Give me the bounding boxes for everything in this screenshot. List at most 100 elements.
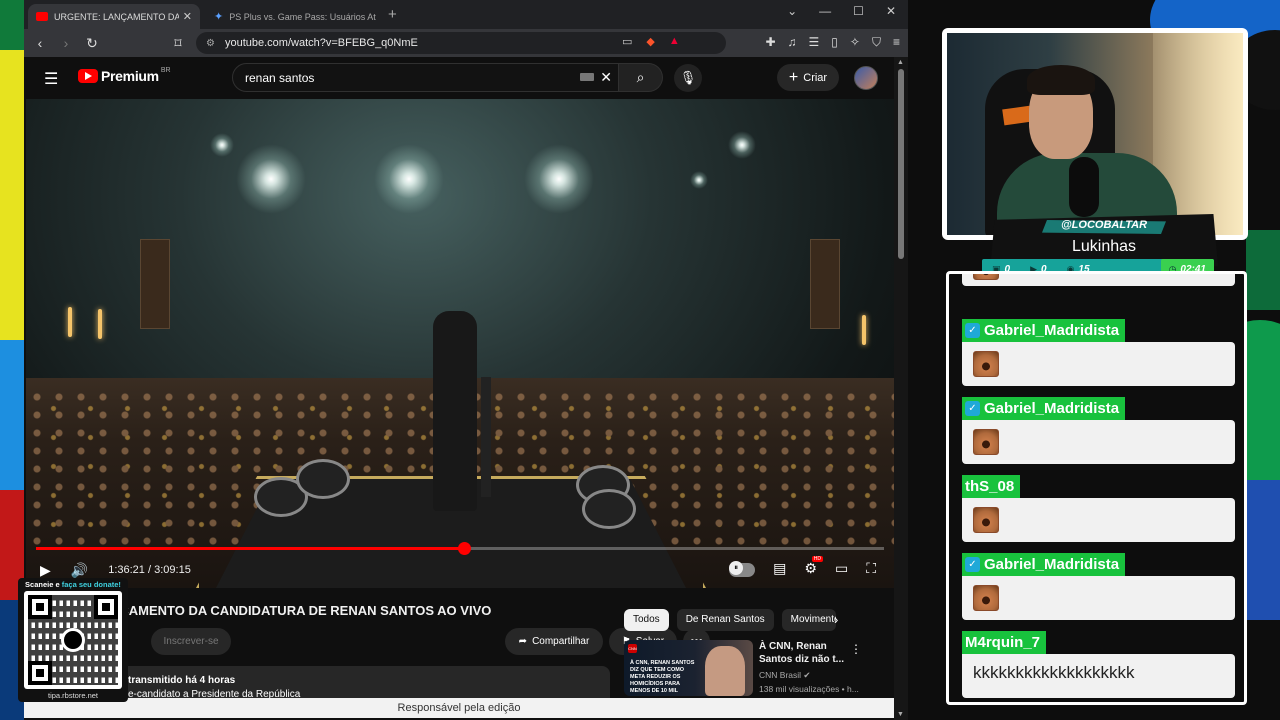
brave-shield-icon[interactable]: ◆	[646, 35, 654, 48]
emote-icon	[973, 507, 999, 533]
verified-badge-icon: ✓	[965, 401, 980, 416]
search-input[interactable]: renan santos ✕	[232, 63, 619, 92]
fullscreen-icon[interactable]: ⛶	[866, 560, 876, 577]
progress-bar[interactable]	[36, 542, 884, 555]
close-tab-icon[interactable]: ✕	[183, 10, 192, 23]
description-meta: transmitido há 4 horas	[128, 675, 236, 686]
verified-badge-icon: ✓	[965, 557, 980, 572]
verified-icon: ✔	[803, 670, 811, 680]
qr-finder	[28, 661, 52, 685]
close-window-icon[interactable]: ✕	[886, 4, 896, 18]
tab-bar: URGENTE: LANÇAMENTO DA CANDIDATU ✕ ✦ PS …	[24, 0, 908, 29]
recommended-title[interactable]: À CNN, Renan Santos diz não t...	[759, 640, 845, 666]
current-time: 1:36:21	[108, 564, 145, 576]
cnn-logo: CNN	[628, 644, 637, 653]
url-actions: ▭ ◆ ▲	[622, 35, 680, 48]
gemini-favicon-icon: ✦	[214, 11, 224, 23]
url-text: youtube.com/watch?v=BFEBG_q0NmE	[224, 37, 418, 49]
microphone	[1069, 157, 1099, 217]
share-button[interactable]: ➦ Compartilhar	[505, 628, 603, 655]
scroll-thumb[interactable]	[898, 69, 904, 259]
username-text: thS_08	[965, 478, 1015, 495]
minimize-icon[interactable]: —	[819, 4, 831, 18]
recommended-channel[interactable]: CNN Brasil ✔	[759, 670, 811, 681]
chat-message: thS_08	[962, 475, 1235, 542]
volume-icon[interactable]: 🔊	[71, 562, 88, 579]
brave-rewards-icon[interactable]: ▲	[669, 35, 680, 48]
tab-search-icon[interactable]: ⌄	[787, 4, 797, 18]
player-controls-right: ▤ ⚙HD ▭ ⛶	[729, 556, 876, 577]
reload-icon[interactable]: ↻	[84, 35, 100, 52]
caption-bar: Responsável pela edição	[24, 698, 894, 718]
create-button[interactable]: + Criar	[777, 64, 839, 91]
reading-list-icon[interactable]: ☰	[809, 35, 820, 50]
video-thumbnail[interactable]: CNN À CNN, RENAN SANTOS DIZ QUE TEM COMO…	[624, 640, 753, 696]
kebab-menu-icon[interactable]: ⋮	[850, 642, 862, 656]
menu-icon[interactable]: ≡	[893, 35, 900, 50]
media-icon[interactable]: ♫	[788, 35, 797, 50]
stage-light	[690, 171, 708, 189]
keyboard-icon[interactable]	[580, 73, 594, 81]
chat-message: ✓ Gabriel_Madridista	[962, 319, 1235, 386]
chat-message-body	[962, 342, 1235, 386]
emote-icon	[973, 351, 999, 377]
autoplay-toggle[interactable]	[729, 561, 756, 577]
avatar[interactable]	[854, 66, 878, 90]
chip-channel[interactable]: De Renan Santos	[676, 609, 774, 631]
ai-icon[interactable]: ✧	[850, 35, 860, 50]
chat-message: ✓ Gabriel_Madridista	[962, 397, 1235, 464]
address-bar: ‹ › ↻ ⌑ ⚙ youtube.com/watch?v=BFEBG_q0Nm…	[24, 29, 908, 57]
yellow-lamp	[862, 315, 866, 345]
search-query: renan santos	[245, 70, 315, 85]
chat-message-body	[962, 420, 1235, 464]
chat-username: ✓ Gabriel_Madridista	[962, 397, 1126, 420]
chat-message-partial	[962, 274, 1235, 286]
stage-banner	[140, 239, 170, 329]
scroll-down-icon[interactable]: ▼	[897, 711, 904, 718]
tab-youtube[interactable]: URGENTE: LANÇAMENTO DA CANDIDATU ✕	[28, 4, 200, 29]
chip-movement[interactable]: Movimento	[781, 609, 836, 631]
recommended-video[interactable]: CNN À CNN, RENAN SANTOS DIZ QUE TEM COMO…	[624, 638, 870, 698]
subscribe-button[interactable]: Inscrever-se	[151, 628, 231, 655]
bg-shape-green-mid	[1246, 230, 1280, 310]
bookmark-icon[interactable]: ⌑	[170, 35, 186, 52]
cast-icon[interactable]: ▭	[622, 35, 632, 48]
youtube-logo[interactable]: Premium BR	[78, 67, 171, 84]
vpn-icon[interactable]: ⛉	[872, 35, 881, 50]
recommendation-chips: Todos De Renan Santos Movimento	[624, 609, 836, 631]
tab-gemini[interactable]: ✦ PS Plus vs. Game Pass: Usuários Ativos…	[206, 4, 384, 29]
back-icon[interactable]: ‹	[32, 35, 48, 51]
clear-search-icon[interactable]: ✕	[600, 69, 612, 86]
video-player[interactable]: ▶ 🔊 1:36:21 / 3:09:15 ▤ ⚙HD ▭ ⛶	[26, 99, 894, 588]
chat-message: M4rquin_7 kkkkkkkkkkkkkkkkkkk	[962, 631, 1235, 698]
bg-stripe-blue	[0, 340, 24, 490]
chat-message-body	[962, 498, 1235, 542]
search-button[interactable]: ⌕	[619, 63, 663, 92]
verified-badge-icon: ✓	[965, 323, 980, 338]
chips-next-icon[interactable]: ›	[834, 612, 838, 627]
page-scrollbar[interactable]: ▲ ▼	[894, 57, 908, 720]
new-tab-button[interactable]: +	[388, 6, 397, 23]
play-icon[interactable]: ▶	[40, 562, 51, 579]
share-label: Compartilhar	[532, 636, 590, 647]
hamburger-menu-icon[interactable]: ☰	[44, 69, 58, 89]
microphone-icon: 🎙	[679, 70, 697, 85]
extensions-icon[interactable]: ✚	[765, 35, 775, 50]
chip-all[interactable]: Todos	[624, 609, 669, 631]
player-controls: ▶ 🔊 1:36:21 / 3:09:15 ▤ ⚙HD ▭ ⛶	[26, 552, 894, 588]
settings-icon[interactable]: ⚙ HD	[804, 556, 823, 577]
bg-shape-blue-bottom	[1246, 480, 1280, 620]
webcam-feed	[947, 33, 1243, 235]
time-display: 1:36:21 / 3:09:15	[108, 564, 191, 576]
theater-mode-icon[interactable]: ▭	[835, 560, 848, 577]
site-info-icon[interactable]: ⚙	[206, 38, 215, 49]
youtube-play-icon	[78, 69, 98, 83]
maximize-icon[interactable]: ☐	[853, 4, 864, 18]
scroll-up-icon[interactable]: ▲	[897, 59, 904, 66]
forward-icon[interactable]: ›	[58, 35, 74, 51]
sidebar-icon[interactable]: ▯	[831, 35, 838, 50]
voice-search-button[interactable]: 🎙	[674, 64, 702, 92]
username-text: Gabriel_Madridista	[984, 322, 1120, 339]
subtitles-icon[interactable]: ▤	[773, 560, 786, 577]
tab-title: URGENTE: LANÇAMENTO DA CANDIDATU	[54, 11, 179, 22]
